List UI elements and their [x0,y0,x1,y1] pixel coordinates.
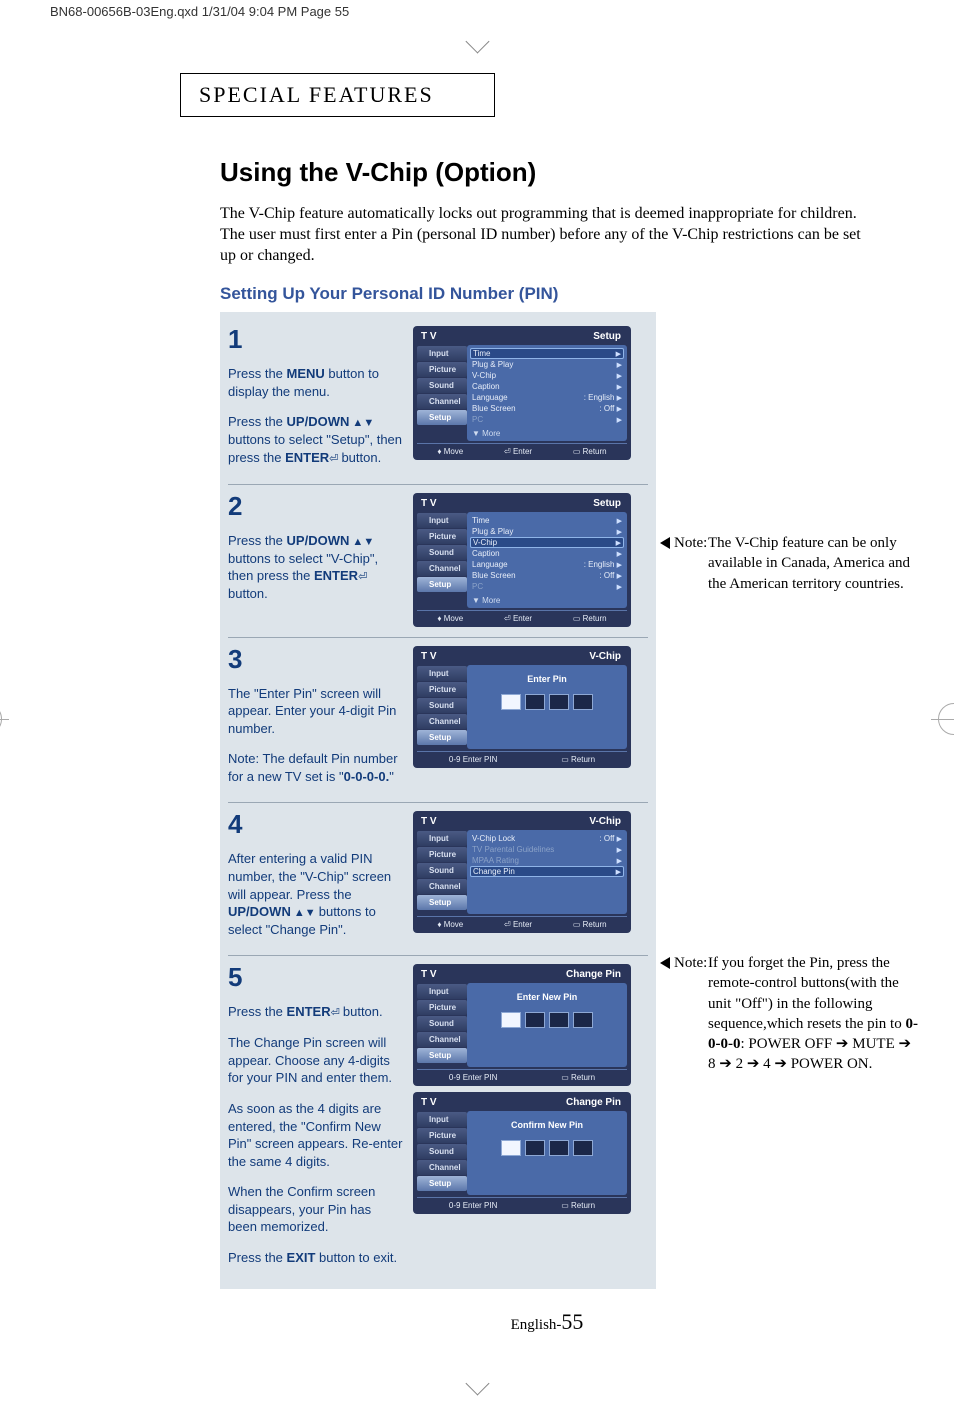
menu-tab: Channel [417,1160,467,1175]
pin-input-boxes [472,694,622,710]
note-text: The V-Chip feature can be only available… [708,535,910,592]
menu-screenshot-setup-vchip: T VSetup InputPictureSoundChannelSetup T… [413,493,631,627]
step-5: 5 Press the ENTER⏎ button. The Change Pi… [228,955,648,1283]
menu-item: PC ▶ [472,414,622,425]
menu-item: Time ▶ [472,515,622,526]
menu-item: Caption ▶ [472,381,622,392]
menu-screenshot-change-pin: T VChange Pin InputPictureSoundChannelSe… [413,964,631,1086]
menu-tab: Channel [417,1032,467,1047]
page-footer: English-55 [220,1309,874,1335]
crop-mark-top [0,23,954,63]
menu-tab: Picture [417,1128,467,1143]
menu-tab: Setup [417,410,467,425]
step-1: 1 Press the MENU button to display the m… [228,318,648,483]
menu-tab: Input [417,513,467,528]
menu-tab: Setup [417,1176,467,1191]
menu-tab: Picture [417,847,467,862]
menu-screenshot-confirm-pin: T VChange Pin InputPictureSoundChannelSe… [413,1092,631,1214]
menu-tabs: InputPictureSoundChannelSetup [417,345,467,441]
note-2: Note: If you forget the Pin, press the r… [660,953,920,1075]
menu-tab: Sound [417,545,467,560]
menu-tab: Input [417,984,467,999]
menu-item: Blue Screen: Off ▶ [472,570,622,581]
menu-tab: Channel [417,394,467,409]
menu-item: Plug & Play ▶ [472,526,622,537]
step-number: 5 [228,964,403,990]
crop-mark-bottom [0,1365,954,1405]
menu-tab: Input [417,666,467,681]
menu-screenshot-enter-pin: T VV-Chip InputPictureSoundChannelSetup … [413,646,631,768]
menu-item: Time ▶ [470,348,624,359]
step-3: 3 The "Enter Pin" screen will appear. En… [228,637,648,803]
menu-tab: Channel [417,714,467,729]
triangle-left-icon [660,957,670,969]
menu-item: MPAA Rating ▶ [472,855,622,866]
menu-screenshot-setup: T VSetup InputPictureSoundChannelSetup T… [413,326,631,460]
menu-tab: Sound [417,1144,467,1159]
menu-item: TV Parental Guidelines ▶ [472,844,622,855]
menu-item: Change Pin ▶ [470,866,624,877]
step-number: 1 [228,326,403,352]
page-title: Using the V-Chip (Option) [220,157,874,188]
menu-tab: Picture [417,682,467,697]
step-number: 4 [228,811,403,837]
step-number: 3 [228,646,403,672]
intro-text: The V-Chip feature automatically locks o… [220,204,874,266]
menu-item: PC ▶ [472,581,622,592]
step-number: 2 [228,493,403,519]
menu-tab: Input [417,831,467,846]
menu-screenshot-vchip-menu: T VV-Chip InputPictureSoundChannelSetup … [413,811,631,933]
menu-tab: Input [417,346,467,361]
print-header: BN68-00656B-03Eng.qxd 1/31/04 9:04 PM Pa… [0,0,954,23]
menu-tab: Picture [417,529,467,544]
menu-item: V-Chip ▶ [470,537,624,548]
menu-tab: Setup [417,895,467,910]
note-1: Note: The V-Chip feature can be only ava… [660,533,920,594]
page-content: SPECIAL FEATURES Using the V-Chip (Optio… [0,63,954,1365]
step-2: 2 Press the UP/DOWN ▲▼ buttons to select… [228,484,648,637]
menu-item: Language: English ▶ [472,392,622,403]
menu-tab: Sound [417,698,467,713]
menu-tab: Sound [417,863,467,878]
note-label: Note: [674,953,707,973]
menu-tab: Setup [417,1048,467,1063]
menu-tab: Sound [417,378,467,393]
menu-item: V-Chip Lock: Off ▶ [472,833,622,844]
steps-container: 1 Press the MENU button to display the m… [220,312,656,1289]
menu-item: Caption ▶ [472,548,622,559]
menu-tab: Picture [417,1000,467,1015]
menu-tab: Picture [417,362,467,377]
menu-tab: Channel [417,561,467,576]
menu-tab: Setup [417,577,467,592]
menu-tab: Sound [417,1016,467,1031]
menu-item: Blue Screen: Off ▶ [472,403,622,414]
subheading: Setting Up Your Personal ID Number (PIN) [220,284,874,304]
menu-item: Language: English ▶ [472,559,622,570]
menu-tab: Channel [417,879,467,894]
triangle-left-icon [660,537,670,549]
section-header: SPECIAL FEATURES [180,73,495,117]
menu-tab: Setup [417,730,467,745]
menu-item: V-Chip ▶ [472,370,622,381]
step-4: 4 After entering a valid PIN number, the… [228,802,648,955]
note-label: Note: [674,533,707,553]
menu-item: Plug & Play ▶ [472,359,622,370]
menu-tab: Input [417,1112,467,1127]
note-text: If you forget the Pin, press the remote-… [708,955,918,1072]
